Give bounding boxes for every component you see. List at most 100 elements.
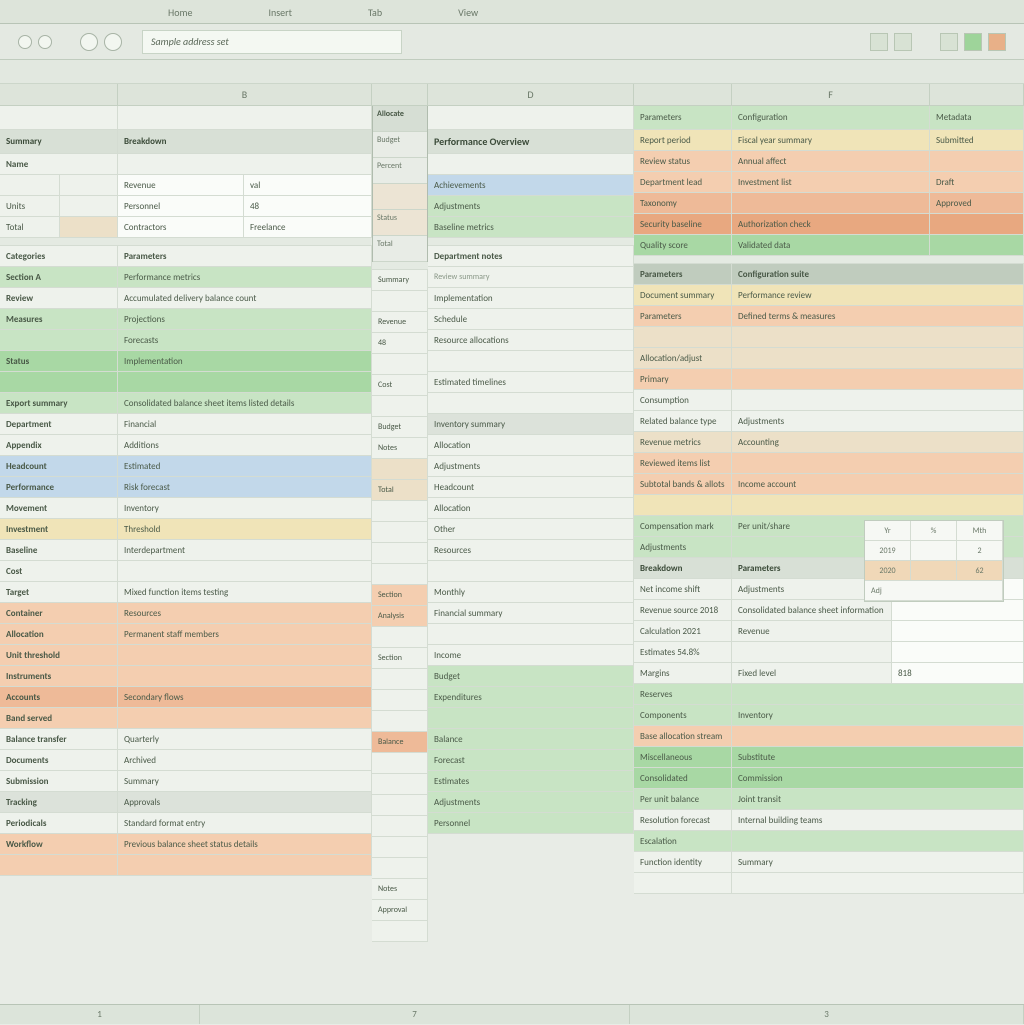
cell[interactable]: 818 — [892, 663, 1024, 683]
undo-icon[interactable] — [18, 35, 32, 49]
cell[interactable]: Adjustments — [732, 411, 1024, 431]
cell[interactable]: Permanent staff members — [118, 624, 372, 644]
col-header-g[interactable] — [930, 84, 1024, 105]
cell[interactable]: Performance Overview — [428, 130, 634, 153]
cell[interactable]: Metadata — [930, 106, 1024, 129]
cell[interactable]: Adjustments — [634, 537, 732, 557]
cell[interactable]: Previous balance sheet status details — [118, 834, 372, 854]
cell[interactable]: Escalation — [634, 831, 732, 851]
cell[interactable]: Fixed level — [732, 663, 892, 683]
cell[interactable]: Personnel — [428, 813, 634, 833]
cell[interactable]: Cost — [0, 561, 118, 581]
cell[interactable]: Projections — [118, 309, 372, 329]
cell[interactable]: Submitted — [930, 130, 1024, 150]
cell[interactable]: Balance — [428, 729, 634, 749]
cell[interactable]: Net income shift — [634, 579, 732, 599]
cell[interactable]: Document summary — [634, 285, 732, 305]
row-header-corner[interactable] — [0, 84, 118, 105]
cell[interactable]: Export summary — [0, 393, 118, 413]
cell[interactable]: Parameters — [118, 246, 372, 266]
cell[interactable]: Schedule — [428, 309, 634, 329]
cell[interactable]: Allocate — [373, 106, 427, 132]
col-header-d[interactable]: D — [428, 84, 634, 105]
cell[interactable]: Units — [0, 196, 60, 216]
cell[interactable]: val — [244, 175, 372, 195]
cell[interactable]: Headcount — [428, 477, 634, 497]
cell[interactable] — [732, 453, 1024, 473]
cell[interactable]: 48 — [372, 333, 428, 353]
cell[interactable]: Secondary flows — [118, 687, 372, 707]
cell[interactable]: Department lead — [634, 172, 732, 192]
align-icon[interactable] — [870, 33, 888, 51]
cell[interactable]: Status — [373, 210, 427, 236]
cell[interactable]: Quality score — [634, 235, 732, 255]
cell[interactable]: Additions — [118, 435, 372, 455]
cell[interactable]: Total — [0, 217, 60, 237]
cell[interactable]: Quarterly — [118, 729, 372, 749]
cell[interactable]: Consolidated — [634, 768, 732, 788]
cell[interactable]: Configuration suite — [732, 264, 1024, 284]
cell[interactable]: Breakdown — [118, 130, 372, 153]
cell[interactable]: Adj — [865, 581, 1003, 600]
cell[interactable] — [732, 390, 1024, 410]
cell[interactable]: Inventory summary — [428, 414, 634, 434]
cell[interactable] — [373, 184, 427, 210]
cell[interactable] — [930, 151, 1024, 171]
cell[interactable]: Container — [0, 603, 118, 623]
cell[interactable]: Defined terms & measures — [732, 306, 1024, 326]
cell[interactable] — [372, 396, 428, 416]
cell[interactable]: Status — [0, 351, 118, 371]
cell[interactable] — [0, 855, 118, 875]
cell[interactable] — [118, 561, 372, 581]
cell[interactable]: Investment list — [732, 172, 930, 192]
cell[interactable] — [428, 351, 634, 371]
cell[interactable] — [372, 291, 428, 311]
cell[interactable]: Subtotal bands & allots — [634, 474, 732, 494]
cell[interactable]: Allocation — [0, 624, 118, 644]
cell[interactable]: Balance transfer — [0, 729, 118, 749]
cell[interactable] — [732, 369, 1024, 389]
cell[interactable]: Summary — [0, 130, 118, 153]
cell[interactable] — [428, 708, 634, 728]
cell[interactable]: Substitute — [732, 747, 1024, 767]
cell[interactable]: Miscellaneous — [634, 747, 732, 767]
ribbon-tab-view[interactable]: View — [450, 2, 486, 23]
cell[interactable]: Workflow — [0, 834, 118, 854]
cell[interactable]: Categories — [0, 246, 118, 266]
cell[interactable] — [732, 495, 1024, 515]
cell[interactable] — [732, 642, 892, 662]
cell[interactable] — [732, 327, 1024, 347]
redo-icon[interactable] — [38, 35, 52, 49]
footer-col[interactable]: 3 — [630, 1005, 1024, 1024]
ribbon-tab-3[interactable]: Tab — [360, 2, 390, 23]
cell[interactable]: Approved — [930, 193, 1024, 213]
cell[interactable]: Validated data — [732, 235, 930, 255]
cell[interactable]: Reviewed items list — [634, 453, 732, 473]
formula-bar[interactable] — [0, 60, 1024, 84]
cell[interactable]: Approvals — [118, 792, 372, 812]
cell[interactable] — [634, 873, 732, 893]
cell[interactable]: Compensation mark — [634, 516, 732, 536]
footer-col[interactable]: 1 — [0, 1005, 200, 1024]
cell[interactable]: Summary — [372, 270, 428, 290]
cell[interactable]: Joint transit — [732, 789, 1024, 809]
col-header-f[interactable]: F — [732, 84, 930, 105]
cell[interactable]: Revenue — [732, 621, 892, 641]
cell[interactable] — [372, 774, 428, 794]
cell[interactable]: 48 — [244, 196, 372, 216]
cell[interactable]: Allocation — [428, 435, 634, 455]
cell[interactable]: Estimated timelines — [428, 372, 634, 392]
cell[interactable]: Estimates — [428, 771, 634, 791]
cell[interactable]: Inventory — [732, 705, 1024, 725]
cell[interactable]: Summary — [118, 771, 372, 791]
cell[interactable]: Baseline — [0, 540, 118, 560]
cell[interactable]: Internal building teams — [732, 810, 1024, 830]
cell[interactable]: Mth — [957, 521, 1003, 540]
cell[interactable] — [428, 561, 634, 581]
cell[interactable]: Performance metrics — [118, 267, 372, 287]
cell[interactable] — [118, 154, 372, 174]
cell[interactable] — [732, 684, 1024, 704]
cell[interactable]: Fiscal year summary — [732, 130, 930, 150]
cell[interactable]: Movement — [0, 498, 118, 518]
cell[interactable]: Parameters — [634, 106, 732, 129]
